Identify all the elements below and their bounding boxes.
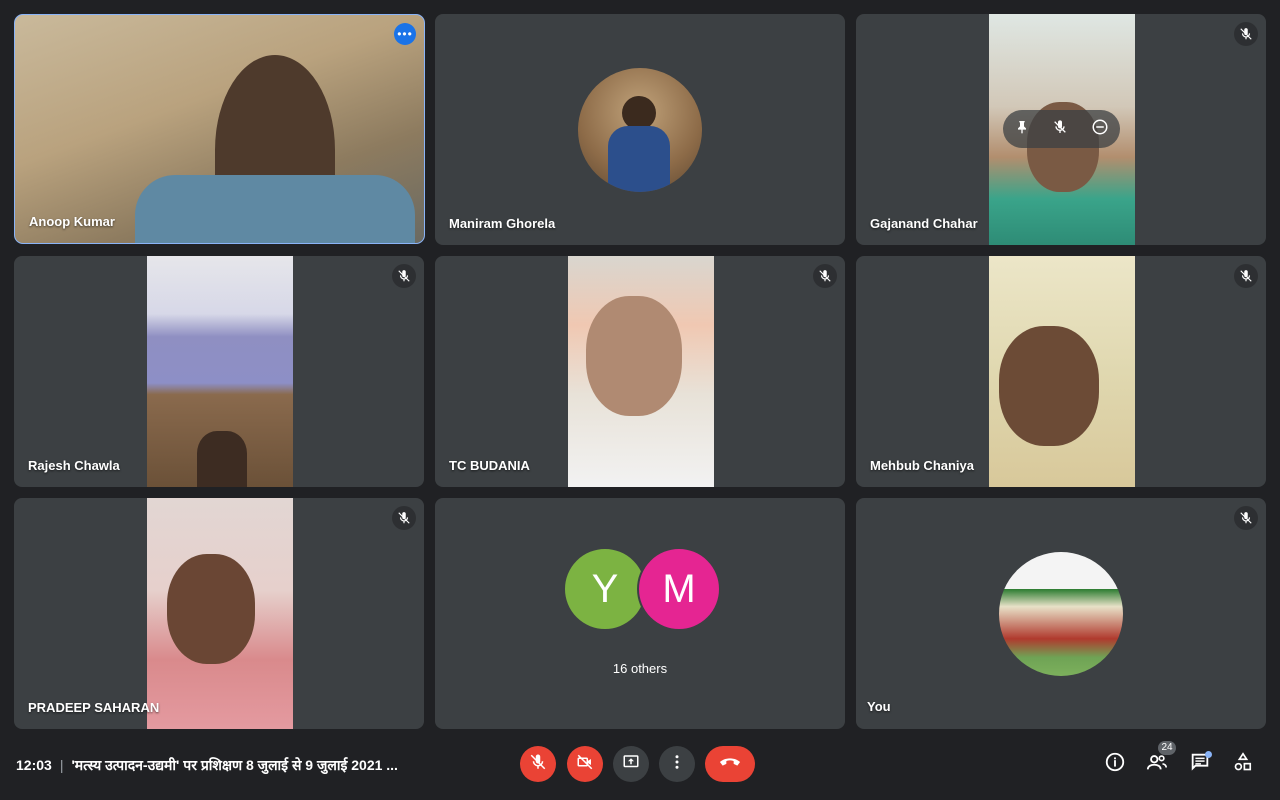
toggle-camera-button[interactable] <box>567 746 603 782</box>
profile-photo <box>999 552 1123 676</box>
toggle-microphone-button[interactable] <box>520 746 556 782</box>
unread-indicator <box>1205 751 1212 758</box>
pin-icon[interactable] <box>1014 119 1030 140</box>
mic-off-icon <box>392 264 416 288</box>
others-count-label: 16 others <box>612 661 668 676</box>
activities-icon <box>1232 751 1254 778</box>
others-tile[interactable]: Y M 16 others <box>435 498 845 729</box>
participant-name: Maniram Ghorela <box>449 216 556 231</box>
more-vert-icon <box>668 753 686 776</box>
mute-participant-icon[interactable] <box>1052 119 1068 140</box>
participant-tile-mehbub-chaniya[interactable]: Mehbub Chaniya <box>856 256 1266 487</box>
profile-photo <box>578 68 702 192</box>
participant-tile-gajanand-chahar[interactable]: Gajanand Chahar <box>856 14 1266 245</box>
avatar-letter: M <box>662 566 696 611</box>
participant-tile-maniram-ghorela[interactable]: Maniram Ghorela <box>435 14 845 245</box>
present-now-button[interactable] <box>613 746 649 782</box>
leave-call-button[interactable] <box>705 746 755 782</box>
participant-tile-anoop-kumar[interactable]: ••• Anoop Kumar <box>14 14 425 244</box>
mic-off-icon <box>1234 22 1258 46</box>
video-feed <box>989 256 1135 487</box>
meeting-details[interactable]: 12:03 | 'मत्स्य उत्पादन-उद्यमी' पर प्रशिक्… <box>16 756 436 775</box>
video-feed <box>15 15 424 243</box>
participant-name: TC BUDANIA <box>449 458 530 473</box>
end-call-icon <box>719 755 741 774</box>
avatar-m: M <box>637 547 721 631</box>
participant-name: PRADEEP SAHARAN <box>28 700 160 715</box>
mic-off-icon <box>529 753 547 776</box>
participant-name: Rajesh Chawla <box>28 458 120 473</box>
meeting-title: 'मत्स्य उत्पादन-उद्यमी' पर प्रशिक्षण 8 ज… <box>71 757 398 773</box>
mic-off-icon <box>1234 264 1258 288</box>
tile-hover-controls <box>1003 110 1120 148</box>
separator: | <box>59 757 64 773</box>
video-feed <box>147 498 293 729</box>
participant-name: You <box>867 699 891 714</box>
camera-off-icon <box>576 753 594 776</box>
participant-tile-rajesh-chawla[interactable]: Rajesh Chawla <box>14 256 424 487</box>
activities-button[interactable] <box>1229 750 1257 778</box>
participant-name: Gajanand Chahar <box>870 216 978 231</box>
tile-options-button[interactable]: ••• <box>394 23 416 45</box>
participant-tile-you[interactable]: You <box>856 498 1266 729</box>
clock-time: 12:03 <box>16 757 52 773</box>
participant-count-badge: 24 <box>1158 741 1176 755</box>
more-options-button[interactable] <box>659 746 695 782</box>
meeting-details-button[interactable] <box>1101 750 1129 778</box>
mic-off-icon <box>813 264 837 288</box>
mic-off-icon <box>392 506 416 530</box>
info-icon <box>1104 751 1126 778</box>
participant-tile-pradeep-saharan[interactable]: PRADEEP SAHARAN <box>14 498 424 729</box>
participant-tile-tc-budania[interactable]: TC BUDANIA <box>435 256 845 487</box>
mic-off-icon <box>1234 506 1258 530</box>
participant-name: Anoop Kumar <box>29 214 115 229</box>
avatar-y: Y <box>563 547 647 631</box>
avatar-letter: Y <box>591 566 619 611</box>
remove-participant-icon[interactable] <box>1091 118 1109 141</box>
video-feed <box>147 256 293 487</box>
participant-name: Mehbub Chaniya <box>870 458 975 473</box>
present-icon <box>622 753 640 776</box>
video-feed <box>568 256 714 487</box>
